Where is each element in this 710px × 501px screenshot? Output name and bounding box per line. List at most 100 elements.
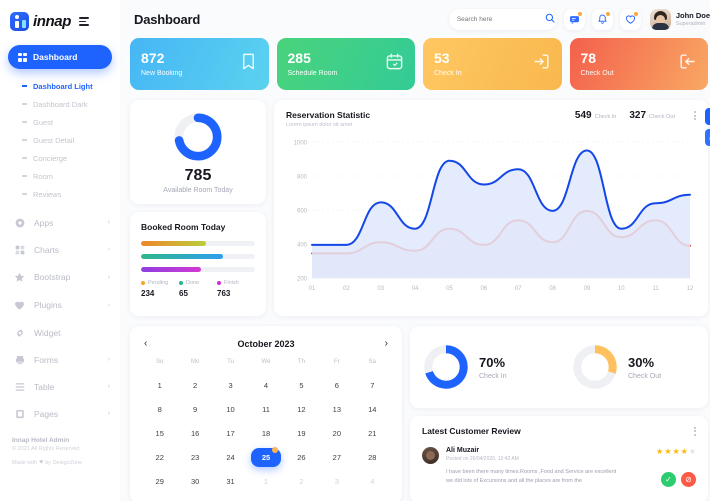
stat-card-check-out[interactable]: 78 Check Out bbox=[569, 38, 708, 90]
calendar-dow: Su bbox=[156, 359, 164, 365]
calendar-day[interactable]: 1 bbox=[142, 374, 177, 397]
block-circle-icon[interactable]: ⊘ bbox=[681, 471, 696, 487]
charts-icon bbox=[14, 245, 25, 255]
chevron-left-icon[interactable]: ‹ bbox=[144, 338, 158, 349]
stat-card-check-in[interactable]: 53 Check In bbox=[423, 38, 562, 90]
stat-card-schedule-room[interactable]: 285 Schedule Room bbox=[276, 38, 415, 90]
percent-check-in: 70% Check In bbox=[410, 343, 559, 391]
sidebar-item-pages[interactable]: Pages › bbox=[0, 400, 120, 427]
calendar-day[interactable]: 25 bbox=[248, 446, 283, 469]
calendar-day[interactable]: 14 bbox=[355, 398, 390, 421]
sidebar-item-plugins[interactable]: Plugins › bbox=[0, 291, 120, 319]
calendar-day[interactable]: 9 bbox=[177, 398, 212, 421]
calendar-day[interactable]: 26 bbox=[284, 446, 319, 469]
more-vertical-icon[interactable] bbox=[694, 426, 696, 436]
review-actions: ✓ ⊘ bbox=[661, 471, 696, 487]
stat-cards: 872 New Booking 285 Schedule Room 53 Che… bbox=[130, 38, 708, 90]
bell-icon[interactable] bbox=[591, 8, 613, 30]
calendar-day[interactable]: 18 bbox=[248, 422, 283, 445]
calendar-day[interactable]: 23 bbox=[177, 446, 212, 469]
svg-text:12: 12 bbox=[687, 286, 694, 292]
calendar-day[interactable]: 6 bbox=[319, 374, 354, 397]
stat-card-new-booking[interactable]: 872 New Booking bbox=[130, 38, 269, 90]
more-vertical-icon[interactable] bbox=[694, 111, 696, 120]
sidebar-item-forms[interactable]: Forms › bbox=[0, 346, 120, 373]
sidebar-item-widget[interactable]: Widget bbox=[0, 319, 120, 346]
calendar-day[interactable]: 15 bbox=[142, 422, 177, 445]
calendar-day[interactable]: 30 bbox=[177, 470, 212, 493]
notification-badge bbox=[605, 11, 610, 16]
row-calendar-review: ‹ October 2023 › Su Mo Tu We Th Fr Sa 1 2 3 4 5 6 7 8 9… bbox=[130, 326, 708, 501]
message-icon[interactable] bbox=[563, 8, 585, 30]
calendar-day[interactable]: 3 bbox=[213, 374, 248, 397]
calendar-day[interactable]: 4 bbox=[248, 374, 283, 397]
calendar-day[interactable]: 28 bbox=[355, 446, 390, 469]
calendar-day[interactable]: 27 bbox=[319, 446, 354, 469]
calendar-day[interactable]: 22 bbox=[142, 446, 177, 469]
calendar-day[interactable]: 13 bbox=[319, 398, 354, 421]
sidebar-item-reviews[interactable]: Reviews bbox=[0, 185, 120, 203]
sidebar-item-concierge[interactable]: Concierge bbox=[0, 149, 120, 167]
svg-text:1000: 1000 bbox=[294, 141, 308, 147]
check-circle-icon[interactable]: ✓ bbox=[661, 471, 676, 487]
svg-text:06: 06 bbox=[480, 286, 487, 292]
star-icon: ★ bbox=[656, 447, 664, 456]
search-input[interactable] bbox=[456, 15, 545, 23]
calendar-day[interactable]: 11 bbox=[248, 398, 283, 421]
legend-value: 763 bbox=[217, 289, 231, 298]
sidebar-item-guest[interactable]: Guest bbox=[0, 113, 120, 131]
calendar-day[interactable]: 7 bbox=[355, 374, 390, 397]
star-icon: ★ bbox=[672, 447, 680, 456]
sidebar-item-bootstrap[interactable]: Bootstrap › bbox=[0, 263, 120, 291]
sidebar-item-guest-detail[interactable]: Guest Detail bbox=[0, 131, 120, 149]
kpi-label: Check Out bbox=[649, 114, 675, 120]
sidebar-item-dashboard-dark[interactable]: Dashboard Dark bbox=[0, 95, 120, 113]
calendar-day[interactable]: 2 bbox=[177, 374, 212, 397]
calendar-day[interactable]: 31 bbox=[213, 470, 248, 493]
legend-value: 234 bbox=[141, 289, 155, 298]
review-author: Ali Muzair bbox=[446, 447, 480, 454]
label: Concierge bbox=[33, 153, 68, 163]
calendar-day[interactable]: 1 bbox=[248, 470, 283, 493]
percent-value: 70% bbox=[479, 354, 506, 370]
calendar-day[interactable]: 2 bbox=[284, 470, 319, 493]
search-icon[interactable] bbox=[545, 13, 555, 25]
chevron-right-icon[interactable]: › bbox=[374, 338, 388, 349]
percent-label: Check Out bbox=[628, 372, 662, 380]
calendar-day[interactable]: 12 bbox=[284, 398, 319, 421]
calendar-day[interactable]: 4 bbox=[355, 470, 390, 493]
sidebar-item-dashboard-light[interactable]: Dashboard Light bbox=[0, 77, 120, 95]
calendar-day[interactable]: 8 bbox=[142, 398, 177, 421]
user-menu[interactable]: John Doe Superadmin bbox=[649, 8, 710, 30]
search-box[interactable] bbox=[448, 8, 557, 30]
sidebar-item-apps[interactable]: Apps › bbox=[0, 209, 120, 236]
kpi-label: Check In bbox=[594, 114, 617, 120]
label: Table bbox=[34, 381, 55, 392]
calendar-day[interactable]: 5 bbox=[284, 374, 319, 397]
stat-label: Check In bbox=[434, 70, 462, 77]
brand[interactable]: innap bbox=[0, 10, 120, 41]
heart-icon[interactable] bbox=[619, 8, 641, 30]
review-body: Ali Muzair Posted on 26/04/2020, 12:42 A… bbox=[422, 447, 696, 487]
calendar-day[interactable]: 24 bbox=[213, 446, 248, 469]
calendar-day[interactable]: 16 bbox=[177, 422, 212, 445]
calendar-day[interactable]: 3 bbox=[319, 470, 354, 493]
label: Pages bbox=[34, 408, 59, 419]
calendar-day[interactable]: 19 bbox=[284, 422, 319, 445]
available-room-label: Available Room Today bbox=[163, 186, 233, 194]
theme-button[interactable] bbox=[705, 129, 710, 146]
sidebar-item-charts[interactable]: Charts › bbox=[0, 236, 120, 263]
calendar-day[interactable]: 10 bbox=[213, 398, 248, 421]
settings-button[interactable] bbox=[705, 108, 710, 125]
svg-text:01: 01 bbox=[309, 286, 316, 292]
calendar-day[interactable]: 17 bbox=[213, 422, 248, 445]
sidebar-item-dashboard[interactable]: Dashboard bbox=[8, 45, 112, 69]
calendar-day[interactable]: 20 bbox=[319, 422, 354, 445]
calendar-dow: Tu bbox=[227, 359, 234, 365]
sidebar-item-table[interactable]: Table › bbox=[0, 373, 120, 400]
calendar-day[interactable]: 29 bbox=[142, 470, 177, 493]
calendar-day[interactable]: 21 bbox=[355, 422, 390, 445]
hamburger-icon[interactable] bbox=[79, 17, 89, 26]
sidebar-item-room[interactable]: Room bbox=[0, 167, 120, 185]
calendar-card: ‹ October 2023 › Su Mo Tu We Th Fr Sa 1 2 3 4 5 6 7 8 9… bbox=[130, 326, 402, 501]
